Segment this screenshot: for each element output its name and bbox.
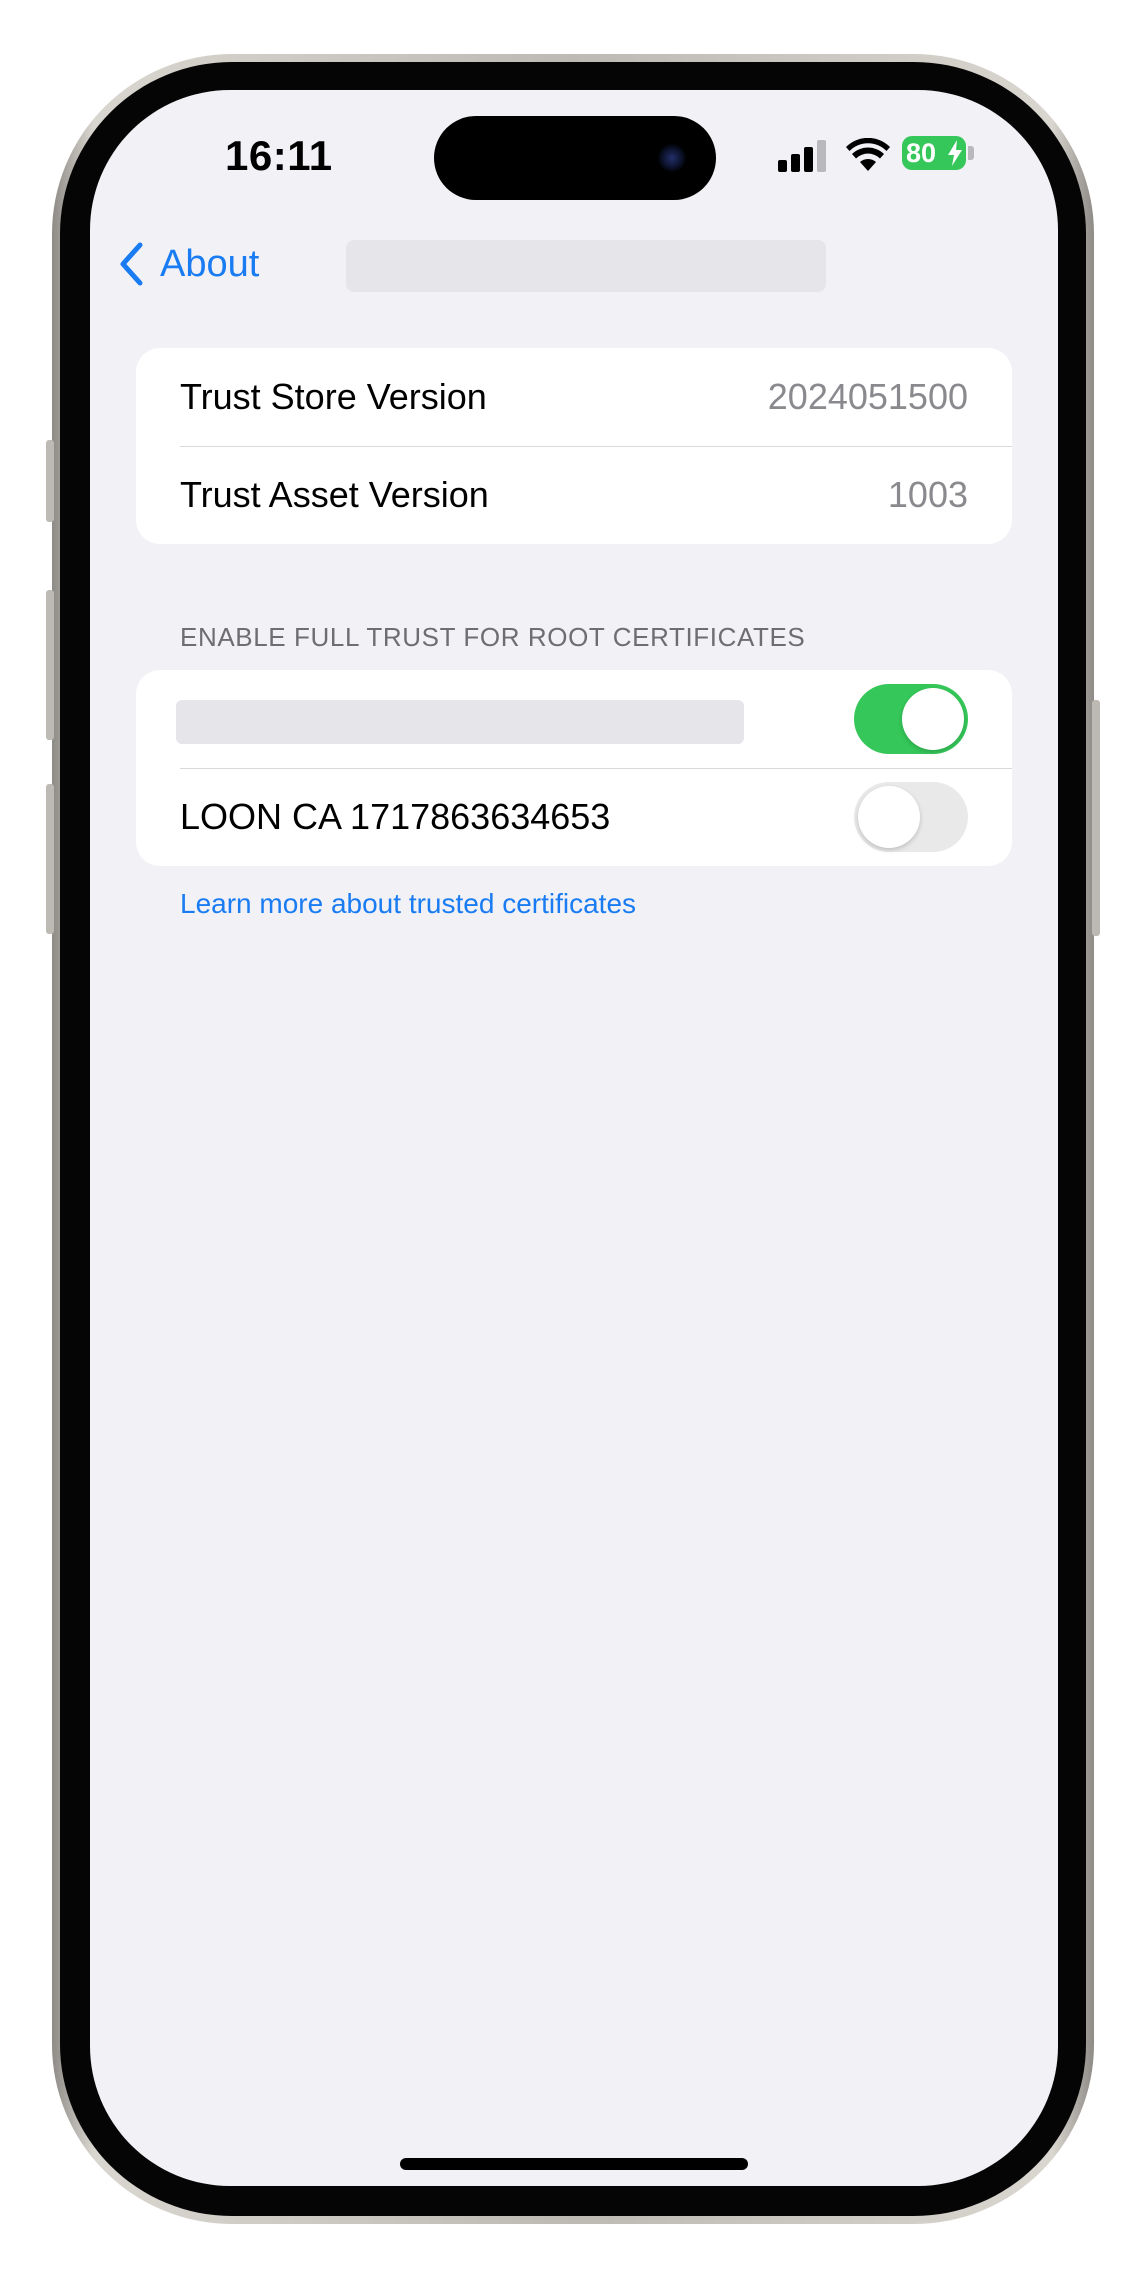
toggle-knob bbox=[902, 688, 964, 750]
certificate-row-loon: LOON CA 1717863634653 bbox=[136, 768, 1012, 866]
back-button[interactable]: About bbox=[118, 236, 259, 292]
battery-level: 80 bbox=[906, 138, 937, 168]
dynamic-island bbox=[434, 116, 716, 200]
toggle-knob bbox=[858, 786, 920, 848]
battery-cap bbox=[968, 146, 974, 160]
trust-store-version-row: Trust Store Version 2024051500 bbox=[136, 348, 1012, 446]
volume-down-button bbox=[46, 784, 54, 934]
certificate-name: LOON CA 1717863634653 bbox=[180, 796, 611, 837]
front-camera bbox=[658, 144, 686, 172]
version-card: Trust Store Version 2024051500 Trust Ass… bbox=[136, 348, 1012, 544]
status-time: 16:11 bbox=[225, 132, 333, 179]
certificate-toggle-off[interactable] bbox=[854, 782, 968, 852]
certificate-toggle-on[interactable] bbox=[854, 684, 968, 754]
row-value: 1003 bbox=[887, 474, 968, 515]
back-button-label: About bbox=[160, 242, 260, 285]
action-button bbox=[46, 440, 54, 522]
redacted-certificate-name bbox=[176, 700, 744, 744]
redacted-title bbox=[346, 240, 826, 292]
certificates-card: LOON CA 1717863634653 bbox=[136, 670, 1012, 866]
trust-asset-version-row: Trust Asset Version 1003 bbox=[136, 446, 1012, 544]
volume-up-button bbox=[46, 590, 54, 740]
charging-bolt-icon bbox=[948, 140, 962, 166]
wifi-icon bbox=[846, 138, 890, 171]
row-value: 2024051500 bbox=[767, 376, 968, 417]
learn-more-link[interactable]: Learn more about trusted certificates bbox=[180, 888, 636, 920]
home-indicator[interactable] bbox=[400, 2158, 748, 2170]
battery-icon: 80 bbox=[902, 136, 966, 170]
power-button bbox=[1092, 700, 1100, 936]
cellular-signal-icon bbox=[778, 140, 830, 172]
row-label: Trust Asset Version bbox=[180, 474, 489, 515]
row-label: Trust Store Version bbox=[180, 376, 487, 417]
screen: 16:11 80 About Trust Store Version 20240… bbox=[90, 90, 1058, 2186]
certificate-row-redacted bbox=[136, 670, 1012, 768]
chevron-left-icon bbox=[120, 242, 143, 286]
section-header: ENABLE FULL TRUST FOR ROOT CERTIFICATES bbox=[180, 622, 806, 652]
